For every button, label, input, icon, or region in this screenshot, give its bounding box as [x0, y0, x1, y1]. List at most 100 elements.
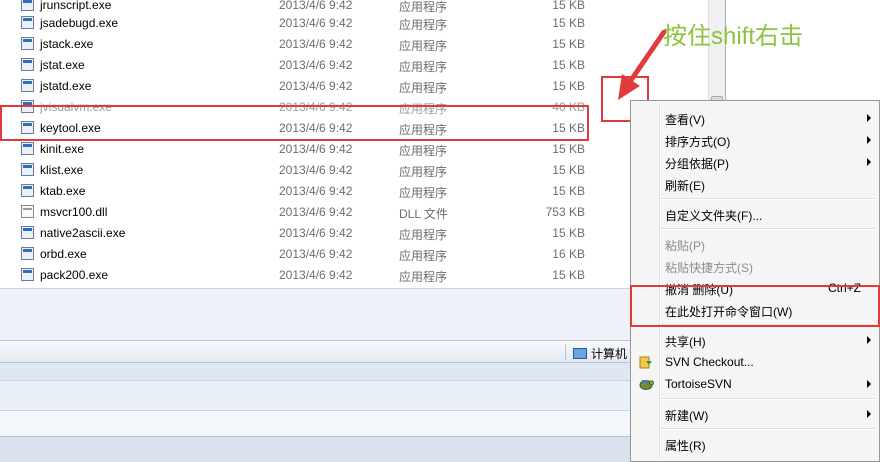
- annotation-arrow-icon: [618, 30, 667, 100]
- file-row-jstack[interactable]: jstack.exe 2013/4/6 9:42 应用程序 15 KB: [0, 33, 600, 54]
- file-type: 应用程序: [399, 249, 448, 263]
- keytool-highlight-box: [0, 105, 589, 141]
- menu-item-paste[interactable]: 粘贴(P): [633, 233, 877, 255]
- menu-item-paste-shortcut[interactable]: 粘贴快捷方式(S): [633, 255, 877, 277]
- file-row-msvcr100[interactable]: msvcr100.dll 2013/4/6 9:42 DLL 文件 753 KB: [0, 201, 600, 222]
- file-type: 应用程序: [399, 228, 448, 242]
- file-type: 应用程序: [399, 18, 448, 32]
- context-menu: 查看(V) 排序方式(O) 分组依据(P) 刷新(E) 自定义文件夹(F)...…: [630, 100, 880, 462]
- menu-item-view[interactable]: 查看(V): [633, 107, 877, 129]
- file-row-orbd[interactable]: orbd.exe 2013/4/6 9:42 应用程序 16 KB: [0, 243, 600, 264]
- file-type: 应用程序: [399, 186, 448, 200]
- file-name: native2ascii.exe: [40, 226, 126, 240]
- file-type: 应用程序: [399, 144, 448, 158]
- exe-icon: [21, 226, 34, 239]
- dll-icon: [21, 205, 34, 218]
- svn-checkout-icon: [639, 356, 652, 369]
- submenu-arrow-icon: [867, 380, 871, 388]
- file-row-pack200[interactable]: pack200.exe 2013/4/6 9:42 应用程序 15 KB: [0, 264, 600, 285]
- menu-separator: [661, 428, 875, 430]
- menu-separator: [661, 198, 875, 200]
- file-name: msvcr100.dll: [40, 205, 108, 219]
- file-name: jstack.exe: [40, 37, 94, 51]
- exe-icon: [21, 184, 34, 197]
- file-row-jstat[interactable]: jstat.exe 2013/4/6 9:42 应用程序 15 KB: [0, 54, 600, 75]
- exe-icon: [21, 37, 34, 50]
- file-date: 2013/4/6 9:42: [279, 163, 353, 177]
- file-type: 应用程序: [399, 81, 448, 95]
- menu-item-refresh[interactable]: 刷新(E): [633, 173, 877, 195]
- file-date: 2013/4/6 9:42: [279, 142, 353, 156]
- file-row-ktab[interactable]: ktab.exe 2013/4/6 9:42 应用程序 15 KB: [0, 180, 600, 201]
- menu-item-customize-folder[interactable]: 自定义文件夹(F)...: [633, 203, 877, 225]
- menu-item-tortoisesvn[interactable]: TortoiseSVN: [633, 373, 877, 395]
- file-row-klist[interactable]: klist.exe 2013/4/6 9:42 应用程序 15 KB: [0, 159, 600, 180]
- exe-icon: [21, 247, 34, 260]
- menu-item-label: 粘贴快捷方式(S): [665, 261, 753, 275]
- submenu-arrow-icon: [867, 114, 871, 122]
- menu-item-group-by[interactable]: 分组依据(P): [633, 151, 877, 173]
- exe-icon: [21, 58, 34, 71]
- exe-icon: [21, 268, 34, 281]
- file-row-jsadebugd[interactable]: jsadebugd.exe 2013/4/6 9:42 应用程序 15 KB: [0, 12, 600, 33]
- file-row-kinit[interactable]: kinit.exe 2013/4/6 9:42 应用程序 15 KB: [0, 138, 600, 159]
- tortoisesvn-icon: [639, 380, 654, 390]
- command-window-highlight-box: [630, 285, 880, 327]
- file-name: kinit.exe: [40, 142, 85, 156]
- file-date: 2013/4/6 9:42: [279, 79, 353, 93]
- file-name: pack200.exe: [40, 268, 109, 282]
- file-type: 应用程序: [399, 39, 448, 53]
- file-date: 2013/4/6 9:42: [279, 37, 353, 51]
- menu-item-new[interactable]: 新建(W): [633, 403, 877, 425]
- file-date: 2013/4/6 9:42: [279, 247, 353, 261]
- status-computer: 计算机: [573, 345, 627, 362]
- exe-icon: [21, 142, 34, 155]
- file-size: 15 KB: [552, 58, 585, 72]
- file-size: 753 KB: [545, 205, 585, 219]
- file-date: 2013/4/6 9:42: [279, 268, 353, 282]
- menu-item-label: TortoiseSVN: [665, 377, 732, 391]
- file-size: 15 KB: [552, 142, 585, 156]
- file-name: jstatd.exe: [40, 79, 92, 93]
- menu-item-label: 共享(H): [665, 335, 706, 349]
- file-name: orbd.exe: [40, 247, 87, 261]
- file-date: 2013/4/6 9:42: [279, 226, 353, 240]
- menu-item-label: SVN Checkout...: [665, 355, 754, 369]
- file-name: jstat.exe: [40, 58, 85, 72]
- menu-item-label: 刷新(E): [665, 179, 705, 193]
- file-size: 15 KB: [552, 268, 585, 282]
- file-size: 15 KB: [552, 0, 585, 12]
- exe-icon: [21, 16, 34, 29]
- file-name: jsadebugd.exe: [40, 16, 119, 30]
- exe-icon: [21, 163, 34, 176]
- menu-separator: [661, 398, 875, 400]
- file-row-jstatd[interactable]: jstatd.exe 2013/4/6 9:42 应用程序 15 KB: [0, 75, 600, 96]
- file-date: 2013/4/6 9:42: [279, 58, 353, 72]
- menu-item-label: 粘贴(P): [665, 239, 705, 253]
- file-date: 2013/4/6 9:42: [279, 0, 353, 12]
- file-name: ktab.exe: [40, 184, 86, 198]
- menu-item-label: 新建(W): [665, 409, 709, 423]
- file-name: klist.exe: [40, 163, 84, 177]
- file-date: 2013/4/6 9:42: [279, 205, 353, 219]
- menu-item-label: 查看(V): [665, 113, 705, 127]
- menu-item-sort-by[interactable]: 排序方式(O): [633, 129, 877, 151]
- file-type: DLL 文件: [399, 207, 448, 221]
- menu-item-label: 排序方式(O): [665, 135, 731, 149]
- file-size: 15 KB: [552, 163, 585, 177]
- menu-item-svn-checkout[interactable]: SVN Checkout...: [633, 351, 877, 373]
- menu-item-properties[interactable]: 属性(R): [633, 433, 877, 455]
- submenu-arrow-icon: [867, 410, 871, 418]
- file-row-native2ascii[interactable]: native2ascii.exe 2013/4/6 9:42 应用程序 15 K…: [0, 222, 600, 243]
- submenu-arrow-icon: [867, 136, 871, 144]
- file-date: 2013/4/6 9:42: [279, 184, 353, 198]
- exe-icon: [21, 0, 34, 11]
- menu-item-share[interactable]: 共享(H): [633, 329, 877, 351]
- computer-icon: [573, 348, 587, 359]
- status-computer-label: 计算机: [591, 347, 628, 361]
- file-name: jrunscript.exe: [40, 0, 112, 12]
- menu-item-label: 分组依据(P): [665, 157, 729, 171]
- exe-icon: [21, 79, 34, 92]
- file-size: 15 KB: [552, 16, 585, 30]
- menu-separator: [661, 228, 875, 230]
